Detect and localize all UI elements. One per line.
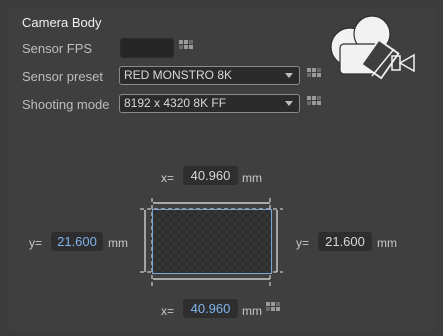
right-unit: mm <box>377 236 397 250</box>
camera-body-panel: Camera Body Sensor FPS Sensor preset RED… <box>0 0 443 336</box>
left-unit: mm <box>108 236 128 250</box>
left-y-label: y= <box>29 236 43 250</box>
bottom-width-field[interactable]: 40.960 <box>183 299 238 318</box>
sensor-rectangle <box>152 209 272 274</box>
bottom-x-label: x= <box>161 304 175 318</box>
right-height-field[interactable]: 21.600 <box>318 232 372 251</box>
right-y-label: y= <box>296 236 310 250</box>
left-height-field[interactable]: 21.600 <box>51 232 103 251</box>
sensor-dimension-lines <box>140 198 283 286</box>
bottom-unit: mm <box>242 304 262 318</box>
keyframe-icon[interactable] <box>266 302 283 315</box>
